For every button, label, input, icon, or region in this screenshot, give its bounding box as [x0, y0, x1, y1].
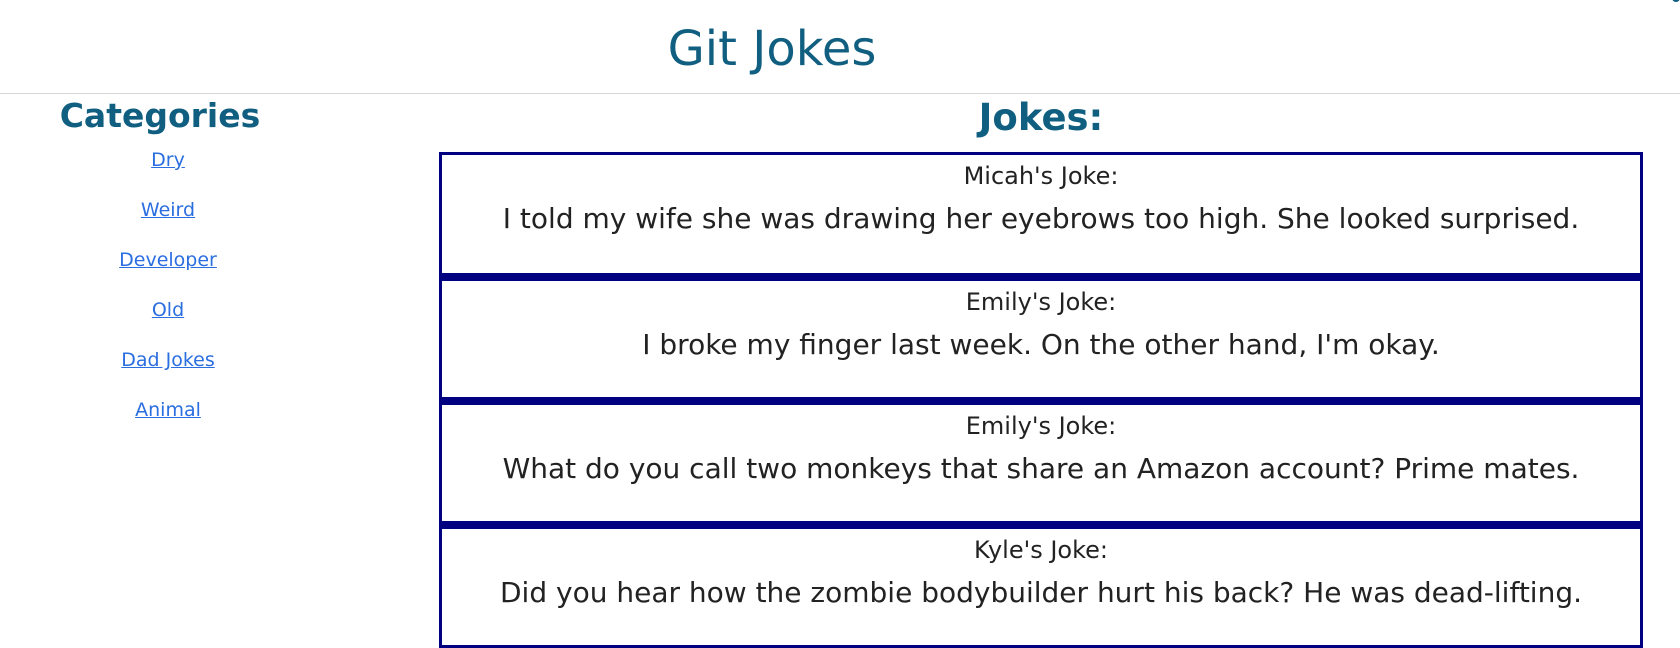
site-header: Git Jokes [0, 0, 1680, 94]
joke-author: Micah's Joke: [963, 162, 1119, 190]
jokes-heading: Jokes: [978, 96, 1104, 139]
category-item: Weird [0, 199, 336, 249]
joke-card: Emily's Joke: I broke my finger last wee… [439, 276, 1643, 400]
category-link-developer[interactable]: Developer [119, 249, 217, 271]
joke-text: Did you hear how the zombie bodybuilder … [499, 576, 1583, 609]
jokes-section: Jokes: Micah's Joke: I told my wife she … [439, 94, 1643, 648]
corner-dot-icon [1672, 0, 1680, 2]
category-link-old[interactable]: Old [152, 299, 184, 321]
category-link-dad-jokes[interactable]: Dad Jokes [121, 349, 215, 371]
joke-text: What do you call two monkeys that share … [502, 452, 1580, 485]
joke-author: Emily's Joke: [965, 412, 1117, 440]
joke-text: I told my wife she was drawing her eyebr… [502, 202, 1580, 235]
joke-card: Kyle's Joke: Did you hear how the zombie… [439, 524, 1643, 648]
category-link-animal[interactable]: Animal [135, 399, 201, 421]
joke-list: Micah's Joke: I told my wife she was dra… [439, 152, 1643, 648]
joke-text: I broke my finger last week. On the othe… [642, 328, 1440, 361]
joke-author: Emily's Joke: [965, 288, 1117, 316]
category-item: Animal [0, 399, 336, 449]
category-item: Dad Jokes [0, 349, 336, 399]
category-item: Old [0, 299, 336, 349]
joke-card: Emily's Joke: What do you call two monke… [439, 400, 1643, 524]
category-list: Dry Weird Developer Old Dad Jokes Animal [0, 149, 336, 449]
site-title: Git Jokes [667, 21, 877, 77]
joke-card: Micah's Joke: I told my wife she was dra… [439, 152, 1643, 276]
categories-heading: Categories [59, 96, 261, 135]
category-item: Dry [0, 149, 336, 199]
category-item: Developer [0, 249, 336, 299]
category-link-dry[interactable]: Dry [151, 149, 185, 171]
category-link-weird[interactable]: Weird [141, 199, 195, 221]
joke-author: Kyle's Joke: [973, 536, 1108, 564]
